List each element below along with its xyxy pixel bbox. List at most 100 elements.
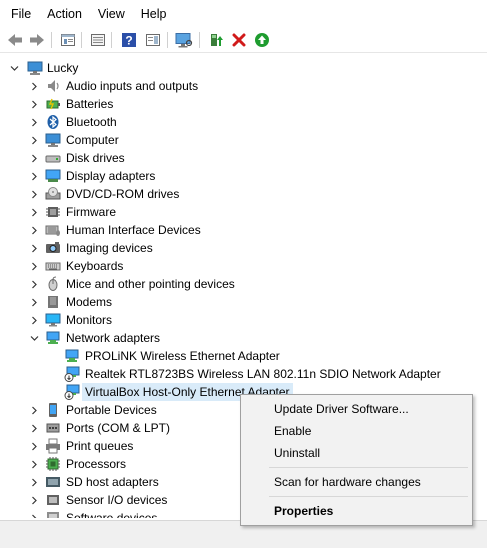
tree-item-batteries[interactable]: Batteries bbox=[0, 95, 487, 113]
chevron-right-icon[interactable] bbox=[29, 455, 39, 473]
chevron-right-icon[interactable] bbox=[29, 401, 39, 419]
tree-item-label: Human Interface Devices bbox=[66, 223, 201, 237]
action-pane-icon[interactable] bbox=[143, 30, 163, 50]
chevron-right-icon[interactable] bbox=[29, 203, 39, 221]
disk-drive-icon bbox=[45, 150, 61, 166]
show-hide-console-icon[interactable] bbox=[88, 30, 108, 50]
tree-item-mice-and-other-pointing-devices[interactable]: Mice and other pointing devices bbox=[0, 275, 487, 293]
forward-icon[interactable] bbox=[27, 30, 47, 50]
context-menu-update-driver-software[interactable]: Update Driver Software... bbox=[241, 398, 472, 420]
chevron-right-icon[interactable] bbox=[29, 185, 39, 203]
port-icon bbox=[45, 420, 61, 436]
context-menu-properties[interactable]: Properties bbox=[241, 500, 472, 522]
tree-item-human-interface-devices[interactable]: Human Interface Devices bbox=[0, 221, 487, 239]
tree-item-computer[interactable]: Computer bbox=[0, 131, 487, 149]
chevron-right-icon[interactable] bbox=[29, 509, 39, 518]
toolbar-separator bbox=[199, 32, 200, 48]
toolbar-separator bbox=[167, 32, 168, 48]
chevron-right-icon[interactable] bbox=[29, 113, 39, 131]
tree-item-label: SD host adapters bbox=[66, 475, 159, 489]
chevron-right-icon[interactable] bbox=[29, 167, 39, 185]
menu-action[interactable]: Action bbox=[39, 0, 90, 28]
menu-view[interactable]: View bbox=[90, 0, 133, 28]
menu-separator bbox=[269, 467, 468, 468]
update-driver-icon[interactable] bbox=[206, 30, 226, 50]
tree-item-modems[interactable]: Modems bbox=[0, 293, 487, 311]
context-menu-label: Update Driver Software... bbox=[274, 402, 409, 416]
tree-item-label: Batteries bbox=[66, 97, 114, 111]
chevron-right-icon[interactable] bbox=[29, 491, 39, 509]
sd-card-icon bbox=[45, 474, 61, 490]
enable-icon[interactable] bbox=[252, 30, 272, 50]
chevron-right-icon[interactable] bbox=[29, 95, 39, 113]
tree-item-network-adapters[interactable]: Network adapters bbox=[0, 329, 487, 347]
scan-hardware-icon[interactable] bbox=[174, 30, 194, 50]
tree-item-firmware[interactable]: Firmware bbox=[0, 203, 487, 221]
context-menu-uninstall[interactable]: Uninstall bbox=[241, 442, 472, 464]
chevron-right-icon[interactable] bbox=[29, 437, 39, 455]
chevron-right-icon[interactable] bbox=[29, 311, 39, 329]
chevron-right-icon[interactable] bbox=[29, 419, 39, 437]
context-menu-enable[interactable]: Enable bbox=[241, 420, 472, 442]
chevron-right-icon[interactable] bbox=[29, 239, 39, 257]
network-card-icon bbox=[64, 348, 80, 364]
uninstall-icon[interactable] bbox=[229, 30, 249, 50]
chevron-right-icon[interactable] bbox=[29, 473, 39, 491]
battery-icon bbox=[45, 96, 61, 112]
chevron-right-icon[interactable] bbox=[29, 149, 39, 167]
chevron-down-icon[interactable] bbox=[9, 59, 19, 77]
processor-icon bbox=[45, 456, 61, 472]
tree-item-label: DVD/CD-ROM drives bbox=[66, 187, 180, 201]
menu-separator bbox=[269, 496, 468, 497]
tree-item-label: Imaging devices bbox=[66, 241, 153, 255]
tree-item-prolink-wireless-ethernet-adapter[interactable]: PROLiNK Wireless Ethernet Adapter bbox=[0, 347, 487, 365]
tree-item-label: Realtek RTL8723BS Wireless LAN 802.11n S… bbox=[85, 367, 441, 381]
context-menu-scan-for-hardware-changes[interactable]: Scan for hardware changes bbox=[241, 471, 472, 493]
tree-item-display-adapters[interactable]: Display adapters bbox=[0, 167, 487, 185]
menu-help[interactable]: Help bbox=[133, 0, 175, 28]
chevron-right-icon[interactable] bbox=[29, 293, 39, 311]
software-device-icon bbox=[45, 510, 61, 518]
help-icon[interactable]: ? bbox=[119, 30, 139, 50]
toolbar: ? bbox=[0, 28, 487, 53]
tree-item-dvd-cd-rom-drives[interactable]: DVD/CD-ROM drives bbox=[0, 185, 487, 203]
tree-item-label: Audio inputs and outputs bbox=[66, 79, 199, 93]
camera-icon bbox=[45, 240, 61, 256]
network-card-disabled-icon bbox=[64, 366, 80, 382]
tree-item-label: Lucky bbox=[47, 61, 79, 75]
tree-root[interactable]: Lucky bbox=[0, 59, 487, 77]
chevron-right-icon[interactable] bbox=[29, 131, 39, 149]
tree-item-disk-drives[interactable]: Disk drives bbox=[0, 149, 487, 167]
context-menu-label: Scan for hardware changes bbox=[274, 475, 421, 489]
properties-icon[interactable] bbox=[58, 30, 78, 50]
tree-item-label: Bluetooth bbox=[66, 115, 117, 129]
tree-item-label: Mice and other pointing devices bbox=[66, 277, 235, 291]
portable-device-icon bbox=[45, 402, 61, 418]
toolbar-separator bbox=[111, 32, 112, 48]
tree-item-realtek-rtl8723bs-wireless-lan-802-11n-sdio-network-adapter[interactable]: Realtek RTL8723BS Wireless LAN 802.11n S… bbox=[0, 365, 487, 383]
chevron-right-icon[interactable] bbox=[29, 257, 39, 275]
chevron-right-icon[interactable] bbox=[29, 221, 39, 239]
tree-item-label: Network adapters bbox=[66, 331, 161, 345]
chevron-right-icon[interactable] bbox=[29, 77, 39, 95]
tree-item-label: Print queues bbox=[66, 439, 134, 453]
network-adapter-icon bbox=[45, 330, 61, 346]
display-adapter-icon bbox=[45, 168, 61, 184]
root-computer-icon bbox=[27, 60, 43, 76]
menu-bar: File Action View Help bbox=[0, 0, 487, 28]
chevron-right-icon[interactable] bbox=[29, 275, 39, 293]
chevron-down-icon[interactable] bbox=[29, 329, 39, 347]
menu-file[interactable]: File bbox=[0, 0, 39, 28]
firmware-icon bbox=[45, 204, 61, 220]
back-icon[interactable] bbox=[5, 30, 25, 50]
tree-item-imaging-devices[interactable]: Imaging devices bbox=[0, 239, 487, 257]
tree-item-audio-inputs-and-outputs[interactable]: Audio inputs and outputs bbox=[0, 77, 487, 95]
dvd-drive-icon bbox=[45, 186, 61, 202]
context-menu: Update Driver Software... Enable Uninstall… bbox=[240, 394, 473, 526]
tree-item-keyboards[interactable]: Keyboards bbox=[0, 257, 487, 275]
keyboard-icon bbox=[45, 258, 61, 274]
tree-item-bluetooth[interactable]: Bluetooth bbox=[0, 113, 487, 131]
tree-item-label: Portable Devices bbox=[66, 403, 157, 417]
tree-item-label: Processors bbox=[66, 457, 127, 471]
tree-item-monitors[interactable]: Monitors bbox=[0, 311, 487, 329]
